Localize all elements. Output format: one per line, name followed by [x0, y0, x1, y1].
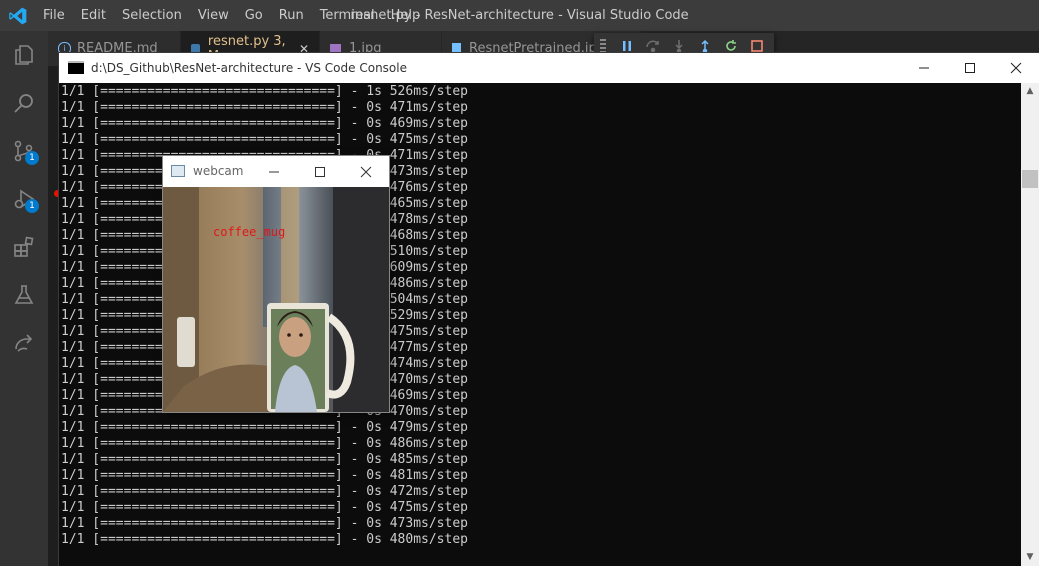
- console-line: 1/1 [==============================] - 1…: [61, 84, 468, 99]
- scroll-down-arrow-icon[interactable]: ▼: [1021, 549, 1039, 566]
- webcam-feed: coffee_mug: [163, 187, 389, 412]
- remote-explorer-button[interactable]: [0, 319, 48, 367]
- flask-icon: [14, 285, 34, 304]
- python-icon: [191, 43, 200, 54]
- stop-icon: [751, 40, 763, 52]
- console-line: 1/1 [==============================] - 0…: [61, 100, 468, 115]
- console-line: 1/1 [==============================] - 0…: [61, 116, 468, 131]
- close-icon: [1010, 62, 1022, 74]
- console-line: 1/1 [==============================] - 0…: [61, 420, 468, 435]
- maximize-icon: [315, 166, 325, 177]
- search-icon: [14, 94, 33, 113]
- minimize-button[interactable]: [901, 53, 947, 83]
- image-icon: [330, 44, 341, 53]
- explorer-button[interactable]: [0, 31, 48, 79]
- run-debug-badge: 1: [25, 199, 39, 213]
- restart-icon: [726, 40, 736, 51]
- console-line: 1/1 [==============================] - 0…: [61, 132, 468, 147]
- activity-bar: 1 1: [0, 31, 48, 566]
- files-icon: [15, 45, 33, 65]
- menu-edit[interactable]: Edit: [73, 0, 114, 31]
- menu-go[interactable]: Go: [237, 0, 271, 31]
- close-button[interactable]: [993, 53, 1039, 83]
- menu-run[interactable]: Run: [271, 0, 312, 31]
- console-title: d:\DS_Github\ResNet-architecture - VS Co…: [91, 61, 407, 75]
- webcam-title: webcam: [193, 164, 244, 178]
- menu-file[interactable]: File: [35, 0, 73, 31]
- run-debug-button[interactable]: 1: [0, 175, 48, 223]
- window-icon: [171, 165, 185, 177]
- console-line: 1/1 [==============================] - 0…: [61, 532, 468, 547]
- console-line: 1/1 [==============================] - 0…: [61, 436, 468, 451]
- source-control-badge: 1: [25, 151, 39, 165]
- scroll-thumb[interactable]: [1022, 170, 1038, 188]
- step-over-icon: [646, 40, 659, 53]
- maximize-button[interactable]: [947, 53, 993, 83]
- console-line: 1/1 [==============================] - 0…: [61, 484, 468, 499]
- maximize-icon: [965, 63, 975, 73]
- minimize-icon: [919, 67, 929, 69]
- minimize-icon: [269, 171, 279, 172]
- webcam-window: webcam coffee_mug: [163, 156, 389, 412]
- vscode-logo-icon: [9, 7, 27, 25]
- prediction-label: coffee_mug: [213, 225, 286, 239]
- webcam-close-button[interactable]: [343, 156, 389, 187]
- console-line: 1/1 [==============================] - 0…: [61, 452, 468, 467]
- console-title-bar[interactable]: d:\DS_Github\ResNet-architecture - VS Co…: [59, 53, 1039, 83]
- webcam-minimize-button[interactable]: [251, 156, 297, 187]
- source-control-button[interactable]: 1: [0, 127, 48, 175]
- console-scrollbar[interactable]: ▲ ▼: [1021, 83, 1039, 566]
- search-button[interactable]: [0, 79, 48, 127]
- webcam-title-bar[interactable]: webcam: [163, 156, 389, 187]
- step-into-icon: [675, 40, 683, 53]
- menu-selection[interactable]: Selection: [114, 0, 190, 31]
- console-line: 1/1 [==============================] - 0…: [61, 500, 468, 515]
- webcam-maximize-button[interactable]: [297, 156, 343, 187]
- step-out-icon: [701, 39, 709, 53]
- console-app-icon: [68, 61, 84, 74]
- remote-share-icon: [15, 334, 33, 352]
- title-bar: File Edit Selection View Go Run Terminal…: [0, 0, 1039, 31]
- window-title: resnet.py - ResNet-architecture - Visual…: [350, 8, 689, 23]
- extensions-button[interactable]: [0, 223, 48, 271]
- pause-icon: [623, 41, 631, 51]
- testing-button[interactable]: [0, 271, 48, 319]
- drag-handle-icon[interactable]: [600, 39, 606, 53]
- console-line: 1/1 [==============================] - 0…: [61, 468, 468, 483]
- scroll-up-arrow-icon[interactable]: ▲: [1021, 83, 1039, 100]
- extensions-icon: [14, 236, 34, 257]
- webcam-frame-image: [163, 187, 389, 412]
- close-icon: [360, 166, 372, 177]
- console-line: 1/1 [==============================] - 0…: [61, 516, 468, 531]
- menu-view[interactable]: View: [190, 0, 237, 31]
